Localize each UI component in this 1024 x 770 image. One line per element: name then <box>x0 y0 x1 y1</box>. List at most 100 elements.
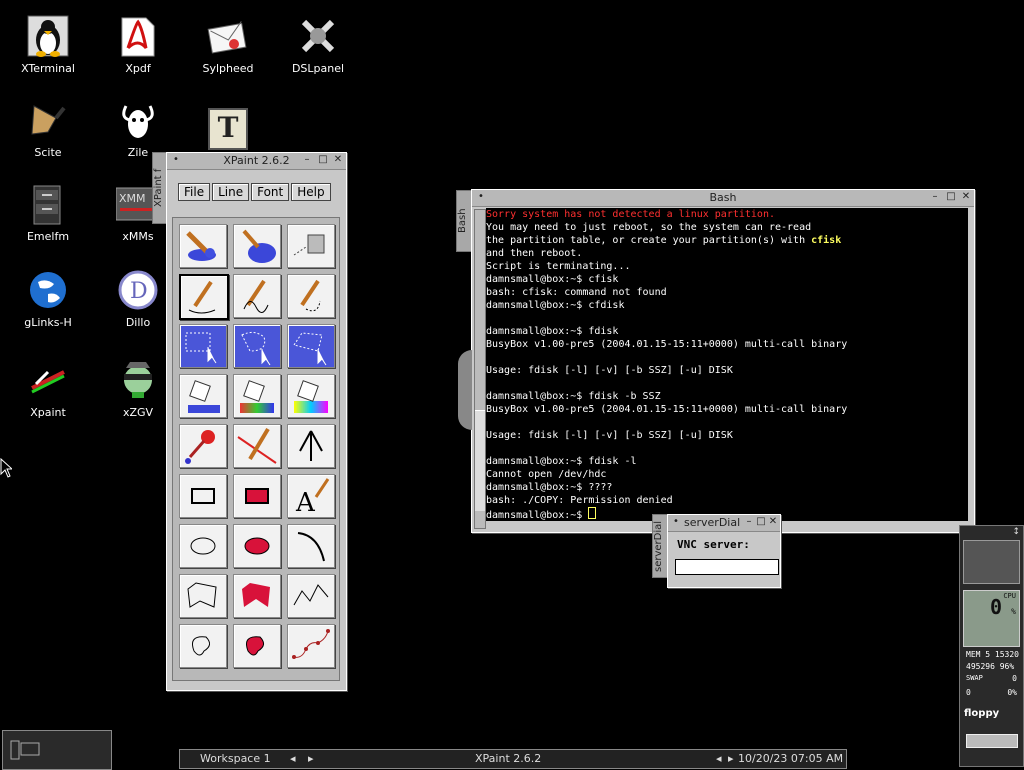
minimize-icon[interactable]: – <box>744 517 754 527</box>
terminal-scrollbar[interactable] <box>474 209 486 529</box>
maximize-icon[interactable]: □ <box>756 517 766 527</box>
workspace-pager[interactable] <box>2 730 112 770</box>
polyline-tool[interactable] <box>287 574 335 618</box>
bash-title: Bash <box>709 191 737 204</box>
poly-select-tool[interactable] <box>287 324 335 368</box>
bash-side-tab[interactable]: Bash <box>456 190 472 252</box>
mouse-pointer-icon <box>0 458 12 478</box>
task-prev-icon[interactable]: ◂ <box>716 752 722 765</box>
menu-file[interactable]: File <box>178 183 211 201</box>
desktop-icon-scite[interactable]: Scite <box>8 98 88 159</box>
desktop-icon-label: Sylpheed <box>202 62 254 75</box>
menu-help[interactable]: Help <box>291 183 331 201</box>
minimize-icon[interactable]: – <box>930 192 940 202</box>
floppy-drive-icon[interactable] <box>966 734 1018 748</box>
filled-freehand-tool[interactable] <box>233 624 281 668</box>
ellipse-tool[interactable] <box>179 524 227 568</box>
vnc-server-input[interactable] <box>675 559 779 575</box>
mem-line2: 495296 96% <box>966 662 1015 671</box>
background-sphere <box>458 350 472 430</box>
brush-tool[interactable] <box>179 224 227 268</box>
floppy-label[interactable]: floppy <box>964 708 999 719</box>
freehand-tool[interactable] <box>233 274 281 318</box>
filled-ellipse-tool[interactable] <box>233 524 281 568</box>
desktop-icon-glinks-h[interactable]: gLinks-H <box>8 268 88 329</box>
arrow-tool[interactable] <box>287 424 335 468</box>
dotted-line-tool[interactable] <box>287 274 335 318</box>
text-tool[interactable]: A <box>287 474 335 518</box>
terminal-output[interactable]: Sorry system has not detected a linux pa… <box>486 208 968 521</box>
desktop-icon-sylpheed[interactable]: Sylpheed <box>188 14 268 75</box>
filled-rectangle-tool[interactable] <box>233 474 281 518</box>
spray-tool[interactable] <box>287 224 335 268</box>
tools-icon <box>296 14 340 58</box>
menu-line[interactable]: Line <box>212 183 250 201</box>
terminal-line: the partition table, or create your part… <box>486 235 842 246</box>
active-task-label[interactable]: XPaint 2.6.2 <box>475 752 541 765</box>
menu-font[interactable]: Font <box>251 183 290 201</box>
rainbow-fill-tool[interactable] <box>287 374 335 418</box>
erase-tool[interactable] <box>233 424 281 468</box>
task-next-icon[interactable]: ▸ <box>728 752 734 765</box>
taskbar: Workspace 1 ◂ ▸ XPaint 2.6.2 ◂ ▸ 10/20/2… <box>179 749 847 769</box>
scrollbar-thumb[interactable] <box>475 410 485 511</box>
maximize-icon[interactable]: □ <box>318 155 328 165</box>
file-cabinet-icon <box>26 182 70 226</box>
desktop-icon-label: DSLpanel <box>291 62 345 75</box>
terminal-line: BusyBox v1.00-pre5 (2004.01.15-15:11+000… <box>486 404 848 415</box>
pencil-tool[interactable] <box>179 274 229 320</box>
minimize-icon[interactable]: – <box>302 155 312 165</box>
lasso-select-tool[interactable] <box>233 324 281 368</box>
terminal-line: Script is terminating... <box>486 261 631 272</box>
dillo-icon: D <box>116 268 160 312</box>
filled-polygon-tool[interactable] <box>233 574 281 618</box>
bash-titlebar[interactable]: • Bash – □ ✕ <box>472 190 974 207</box>
window-menu-icon[interactable]: • <box>671 517 681 527</box>
svg-text:D: D <box>130 279 148 304</box>
desktop-icon-label: gLinks-H <box>24 316 72 329</box>
rectangle-tool[interactable] <box>179 474 227 518</box>
terminal-line: damnsmall@box:~$ cfisk <box>486 274 619 285</box>
svg-text:A: A <box>295 488 316 517</box>
serverdial-window: • serverDial – □ ✕ VNC server: <box>667 514 781 588</box>
workspace-next-icon[interactable]: ▸ <box>308 752 314 765</box>
fill-tool[interactable] <box>179 374 227 418</box>
monitor-arrows-icon[interactable]: ↕ <box>1012 527 1020 537</box>
close-icon[interactable]: ✕ <box>333 155 343 165</box>
text-editor-icon[interactable]: T <box>208 108 248 150</box>
desktop-icon-zile[interactable]: Zile <box>98 98 178 159</box>
xpaint-titlebar[interactable]: • XPaint 2.6.2 – □ ✕ <box>167 153 346 170</box>
terminal-line: and then reboot. <box>486 248 583 259</box>
image-viewer-icon <box>116 358 160 402</box>
swap-line2-right: 0% <box>1007 688 1017 697</box>
freehand-shape-tool[interactable] <box>179 624 227 668</box>
terminal-line: You may need to just reboot, so the syst… <box>486 222 812 233</box>
close-icon[interactable]: ✕ <box>961 192 971 202</box>
tool-palette: A <box>172 217 340 681</box>
desktop-icon-xpaint[interactable]: Xpaint <box>8 358 88 419</box>
desktop-icon-emelfm[interactable]: Emelfm <box>8 182 88 243</box>
serverdial-titlebar[interactable]: • serverDial – □ ✕ <box>668 515 780 532</box>
curve-tool[interactable] <box>287 624 335 668</box>
desktop-icon-xterminal[interactable]: XTerminal <box>8 14 88 75</box>
swap-line2-left: 0 <box>966 688 971 697</box>
desktop-icon-xpdf[interactable]: Xpdf <box>98 14 178 75</box>
close-icon[interactable]: ✕ <box>768 517 778 527</box>
swap-label: SWAP <box>966 674 983 682</box>
desktop-icon-dslpanel[interactable]: DSLpanel <box>278 14 358 75</box>
maximize-icon[interactable]: □ <box>946 192 956 202</box>
terminal-line: damnsmall@box:~$ fdisk -b SSZ <box>486 391 661 402</box>
color-picker-tool[interactable] <box>179 424 227 468</box>
terminal-line: Usage: fdisk [-l] [-v] [-b SSZ] [-u] DIS… <box>486 430 733 441</box>
serverdial-side-tab[interactable]: serverDial <box>652 514 668 578</box>
polygon-tool[interactable] <box>179 574 227 618</box>
arc-tool[interactable] <box>287 524 335 568</box>
workspace-label[interactable]: Workspace 1 <box>200 752 271 765</box>
gradient-fill-tool[interactable] <box>233 374 281 418</box>
svg-text:XMM: XMM <box>119 192 146 205</box>
fill-brush-tool[interactable] <box>233 224 281 268</box>
box-select-tool[interactable] <box>179 324 227 368</box>
workspace-prev-icon[interactable]: ◂ <box>290 752 296 765</box>
